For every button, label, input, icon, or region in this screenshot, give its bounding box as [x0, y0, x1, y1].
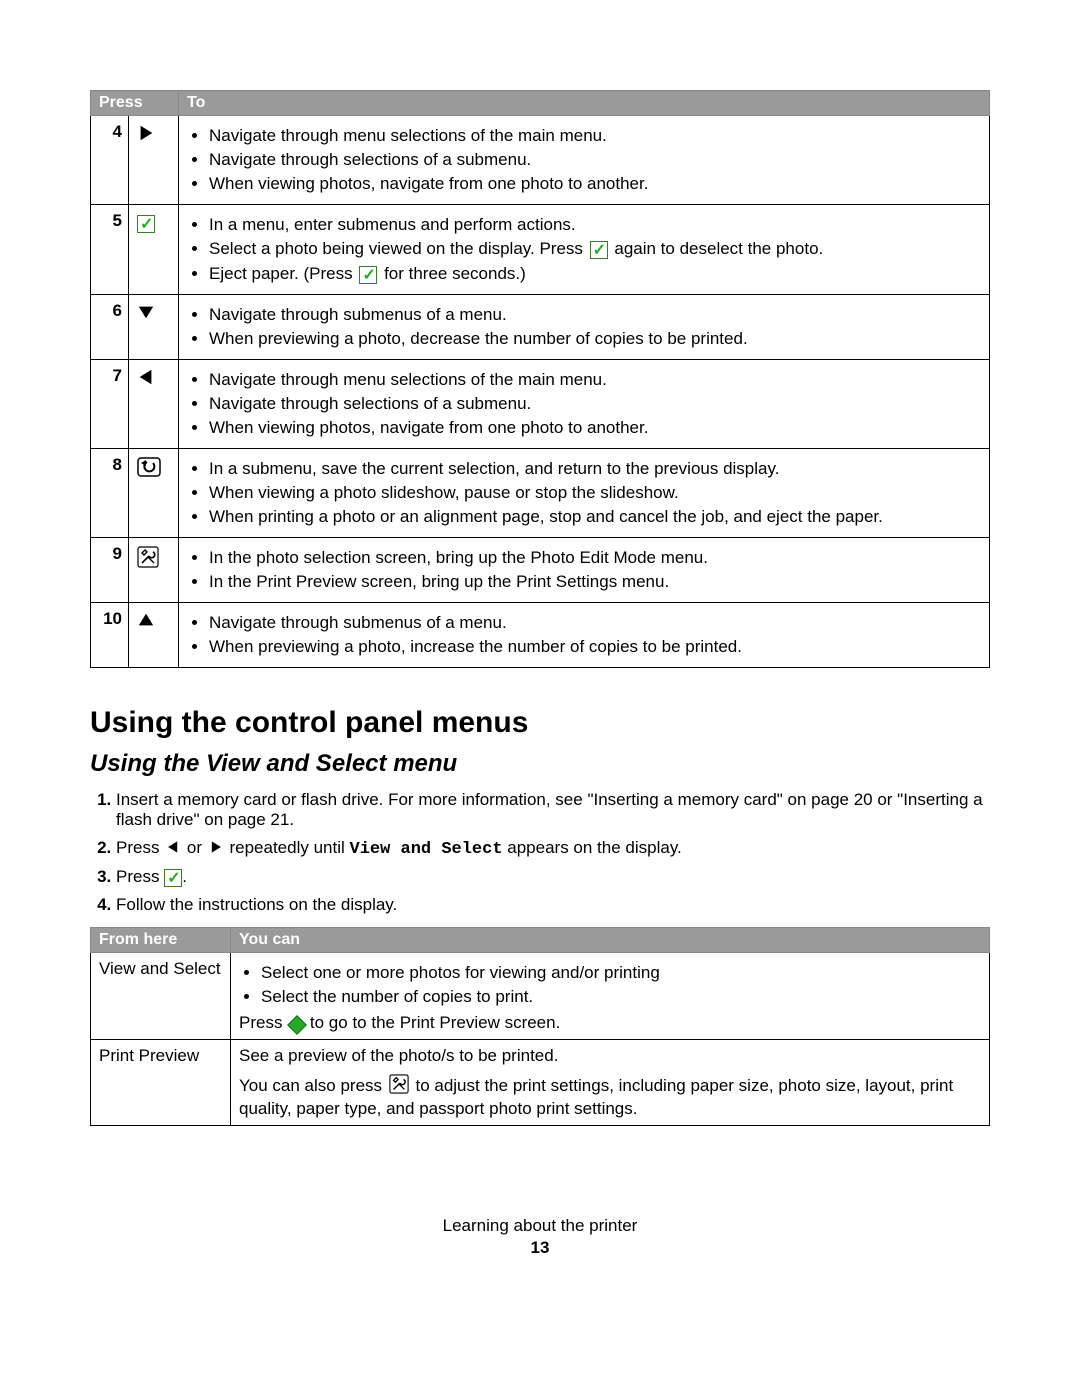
back-icon: [129, 449, 179, 538]
step-1: Insert a memory card or flash drive. For…: [116, 790, 990, 830]
table-row: 9 In the photo selection screen, bring up…: [91, 538, 990, 603]
row-number: 7: [91, 360, 129, 449]
list-item: Navigate through submenus of a menu.: [209, 613, 981, 633]
buttons-table: Press To 4 Navigate through menu selectio…: [90, 90, 990, 668]
list-item: Navigate through menu selections of the …: [209, 126, 981, 146]
step-3: Press .: [116, 867, 990, 887]
table-row: 10 Navigate through submenus of a menu. Wh…: [91, 603, 990, 668]
table-row: 4 Navigate through menu selections of the…: [91, 116, 990, 205]
check-icon: [590, 240, 608, 260]
list-item: When viewing a photo slideshow, pause or…: [209, 483, 981, 503]
list-item: Navigate through submenus of a menu.: [209, 305, 981, 325]
list-item: When previewing a photo, increase the nu…: [209, 637, 981, 657]
tools-icon: [129, 538, 179, 603]
list-item: Navigate through selections of a submenu…: [209, 394, 981, 414]
table-row: Print Preview See a preview of the photo…: [91, 1040, 990, 1126]
row-number: 9: [91, 538, 129, 603]
check-icon: [359, 264, 377, 284]
list-item: Navigate through menu selections of the …: [209, 370, 981, 390]
up-icon: [129, 603, 179, 668]
table-row: 5 In a menu, enter submenus and perform a…: [91, 205, 990, 295]
step-4: Follow the instructions on the display.: [116, 895, 990, 915]
table-row: View and Select Select one or more photo…: [91, 953, 990, 1040]
header-press: Press: [91, 91, 179, 116]
list-item: In the photo selection screen, bring up …: [209, 548, 981, 568]
list-item: In a menu, enter submenus and perform ac…: [209, 215, 981, 235]
heading-view-select: Using the View and Select menu: [90, 750, 990, 778]
list-item: When previewing a photo, decrease the nu…: [209, 329, 981, 349]
list-item: When viewing photos, navigate from one p…: [209, 174, 981, 194]
left-arrow-icon: [166, 839, 180, 859]
left-icon: [129, 360, 179, 449]
list-item: See a preview of the photo/s to be print…: [239, 1046, 981, 1066]
row-number: 6: [91, 295, 129, 360]
header-to: To: [179, 91, 990, 116]
from-cell: Print Preview: [91, 1040, 231, 1126]
list-item: Select the number of copies to print.: [261, 987, 981, 1007]
list-item: Select a photo being viewed on the displ…: [209, 239, 981, 260]
row-number: 10: [91, 603, 129, 668]
page-footer: Learning about the printer 13: [90, 1216, 990, 1258]
table-row: 7 Navigate through menu selections of the…: [91, 360, 990, 449]
step-2: Press or repeatedly until View and Selec…: [116, 838, 990, 859]
right-icon: [129, 116, 179, 205]
row-number: 4: [91, 116, 129, 205]
list-item: Eject paper. (Press for three seconds.): [209, 264, 981, 285]
table-row: 6 Navigate through submenus of a menu. Whe…: [91, 295, 990, 360]
list-item: Select one or more photos for viewing an…: [261, 963, 981, 983]
steps-list: Insert a memory card or flash drive. For…: [90, 790, 990, 915]
header-from-here: From here: [91, 928, 231, 953]
list-item: In a submenu, save the current selection…: [209, 459, 981, 479]
list-item: In the Print Preview screen, bring up th…: [209, 572, 981, 592]
row-number: 8: [91, 449, 129, 538]
page-number: 13: [90, 1238, 990, 1258]
chapter-title: Learning about the printer: [90, 1216, 990, 1236]
start-icon: [287, 1015, 305, 1033]
tools-icon: [389, 1074, 409, 1099]
row-number: 5: [91, 205, 129, 295]
check-icon: [164, 869, 182, 887]
actions-table: From here You can View and Select Select…: [90, 927, 990, 1126]
heading-control-panel: Using the control panel menus: [90, 706, 990, 740]
from-cell: View and Select: [91, 953, 231, 1040]
table-row: 8 In a submenu, save the current selectio…: [91, 449, 990, 538]
header-you-can: You can: [231, 928, 990, 953]
right-arrow-icon: [209, 839, 223, 859]
list-item: When printing a photo or an alignment pa…: [209, 507, 981, 527]
check-icon: [129, 205, 179, 295]
list-item: When viewing photos, navigate from one p…: [209, 418, 981, 438]
list-item: Navigate through selections of a submenu…: [209, 150, 981, 170]
down-icon: [129, 295, 179, 360]
